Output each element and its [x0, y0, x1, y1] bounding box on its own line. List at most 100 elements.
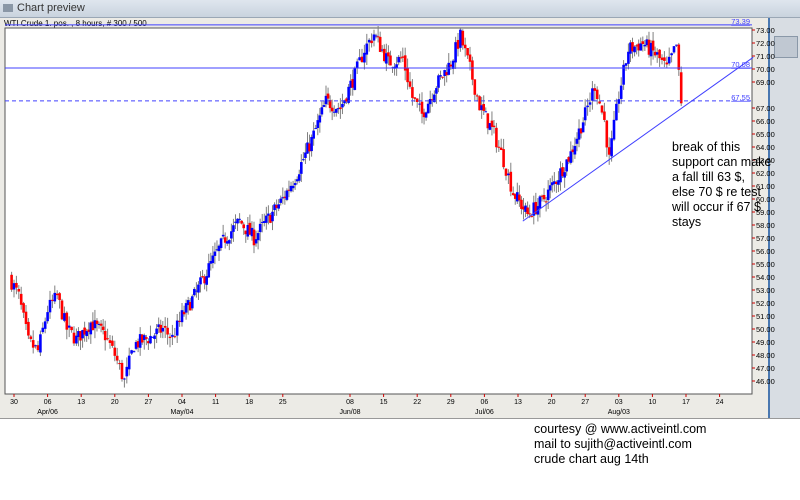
candle: [334, 108, 338, 113]
candle: [583, 107, 587, 121]
candle: [473, 79, 477, 95]
candle: [279, 198, 283, 203]
candle: [484, 111, 488, 113]
x-tick-label: 11: [212, 399, 219, 406]
footer-line: crude chart aug 14th: [534, 452, 649, 466]
candle: [22, 303, 25, 313]
y-tick-label: 73.00: [756, 26, 775, 35]
candle: [502, 149, 505, 168]
candle: [660, 57, 664, 60]
candle: [463, 44, 467, 49]
candle: [363, 52, 366, 63]
candle: [10, 274, 13, 290]
x-tick-label: 17: [682, 399, 690, 406]
x-month-label: Aug/03: [608, 409, 630, 416]
candle: [65, 312, 69, 330]
candle: [161, 327, 165, 332]
candle: [563, 172, 566, 178]
candle: [370, 40, 373, 44]
candle: [34, 345, 37, 347]
candle: [530, 216, 534, 218]
candle: [232, 225, 235, 232]
candle: [581, 122, 585, 133]
y-tick-label: 66.00: [756, 117, 775, 126]
candle: [401, 56, 405, 58]
candle: [372, 34, 376, 41]
x-tick-label: 25: [279, 399, 287, 406]
candle: [495, 127, 498, 148]
candle: [29, 336, 33, 340]
candle: [312, 130, 315, 139]
candle: [326, 93, 330, 99]
candle: [466, 48, 469, 56]
candle: [526, 207, 529, 214]
x-tick-label: 20: [111, 399, 119, 406]
y-tick-label: 56.00: [756, 247, 775, 256]
candle: [12, 283, 16, 290]
chart-annotation: break of this support can make a fall till…: [672, 140, 771, 230]
candle: [658, 49, 661, 59]
x-tick-label: 06: [481, 399, 489, 406]
candle: [27, 321, 30, 336]
candle: [468, 54, 472, 62]
candle: [118, 363, 121, 365]
candle: [123, 378, 126, 380]
y-tick-label: 50.00: [756, 325, 775, 334]
candle: [655, 52, 659, 55]
candle: [322, 105, 326, 107]
y-tick-label: 47.00: [756, 364, 775, 373]
candle: [426, 103, 430, 114]
candle: [471, 60, 474, 80]
candle: [639, 43, 643, 51]
candle: [24, 311, 28, 325]
candle: [499, 147, 503, 150]
candle: [365, 43, 369, 55]
x-tick-label: 13: [514, 399, 522, 406]
candle: [213, 251, 217, 256]
candle: [293, 183, 297, 186]
candle: [230, 231, 233, 239]
candle: [127, 355, 131, 370]
candle: [353, 68, 357, 90]
candle: [242, 224, 246, 229]
candle: [389, 55, 392, 66]
candle: [459, 29, 462, 48]
candle: [130, 350, 133, 354]
x-tick-label: 10: [649, 399, 657, 406]
candle: [449, 64, 453, 67]
y-tick-label: 67.00: [756, 104, 775, 113]
candle: [132, 351, 136, 353]
x-tick-label: 13: [77, 399, 85, 406]
candle: [633, 46, 636, 53]
candle: [641, 41, 645, 45]
candle: [36, 345, 40, 351]
candle: [528, 213, 531, 215]
candle: [238, 218, 241, 220]
candle: [612, 119, 616, 140]
candle: [586, 105, 589, 108]
y-tick-label: 69.00: [756, 78, 775, 87]
x-tick-label: 30: [10, 399, 18, 406]
candle: [163, 325, 167, 328]
x-tick-label: 18: [245, 399, 253, 406]
candle: [291, 185, 295, 189]
candle: [168, 336, 172, 339]
x-month-label: Jun/08: [339, 409, 360, 416]
candle: [456, 39, 460, 49]
x-month-label: May/04: [171, 409, 194, 416]
candle: [475, 95, 479, 97]
candle: [258, 223, 262, 233]
candle: [603, 111, 606, 120]
candle: [277, 204, 280, 209]
candle: [437, 75, 440, 88]
x-tick-label: 29: [447, 399, 455, 406]
candle: [677, 44, 681, 70]
candle: [17, 288, 21, 292]
y-tick-label: 51.00: [756, 312, 775, 321]
candle: [175, 320, 179, 336]
candle: [221, 234, 225, 237]
candle: [145, 337, 148, 339]
candle: [48, 299, 52, 313]
candle: [302, 159, 305, 161]
x-tick-label: 27: [581, 399, 589, 406]
